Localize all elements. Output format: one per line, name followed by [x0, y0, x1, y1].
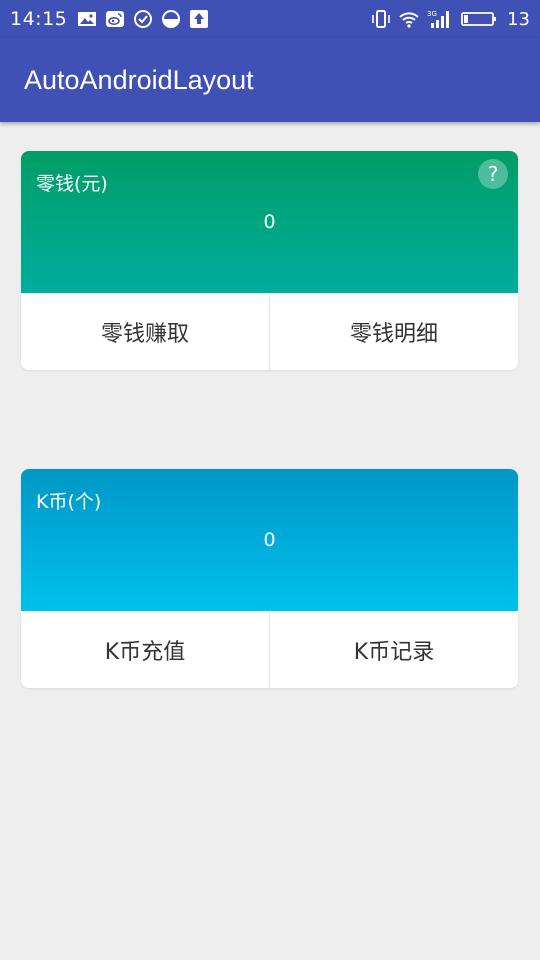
- upload-icon: [189, 9, 209, 29]
- kcoin-actions: K币充值 K币记录: [21, 611, 518, 688]
- notification-icons: [77, 9, 209, 29]
- wifi-icon: [399, 9, 419, 29]
- kcoin-header: K币(个) 0: [21, 469, 518, 611]
- change-details-button[interactable]: 零钱明细: [270, 293, 518, 370]
- status-bar: 14:15 3G 13: [0, 0, 540, 38]
- kcoin-label: K币(个): [36, 491, 102, 513]
- app-bar: AutoAndroidLayout: [0, 38, 540, 122]
- vibrate-icon: [371, 9, 391, 29]
- battery-icon: [461, 9, 497, 29]
- weibo-icon: [105, 9, 125, 29]
- kcoin-recharge-button[interactable]: K币充值: [21, 611, 269, 688]
- wallet-actions: 零钱赚取 零钱明细: [21, 293, 518, 370]
- battery-level: 13: [507, 8, 530, 30]
- signal-tag-text: 3G: [427, 10, 437, 18]
- system-icons: 3G 13: [371, 9, 530, 30]
- earn-change-button[interactable]: 零钱赚取: [21, 293, 269, 370]
- wallet-card: 零钱(元) ? 0 零钱赚取 零钱明细: [21, 151, 518, 370]
- half-circle-icon: [161, 9, 181, 29]
- check-circle-icon: [133, 9, 153, 29]
- wallet-label: 零钱(元): [36, 173, 108, 195]
- kcoin-card: K币(个) 0 K币充值 K币记录: [21, 469, 518, 688]
- page-title: AutoAndroidLayout: [24, 64, 254, 95]
- wallet-header: 零钱(元) ? 0: [21, 151, 518, 293]
- status-time: 14:15: [10, 8, 68, 30]
- signal-3g-icon: 3G: [427, 9, 453, 29]
- kcoin-records-button[interactable]: K币记录: [270, 611, 518, 688]
- image-icon: [77, 9, 97, 29]
- kcoin-balance: 0: [263, 529, 276, 551]
- wallet-balance: 0: [263, 211, 276, 233]
- help-icon[interactable]: ?: [478, 159, 508, 189]
